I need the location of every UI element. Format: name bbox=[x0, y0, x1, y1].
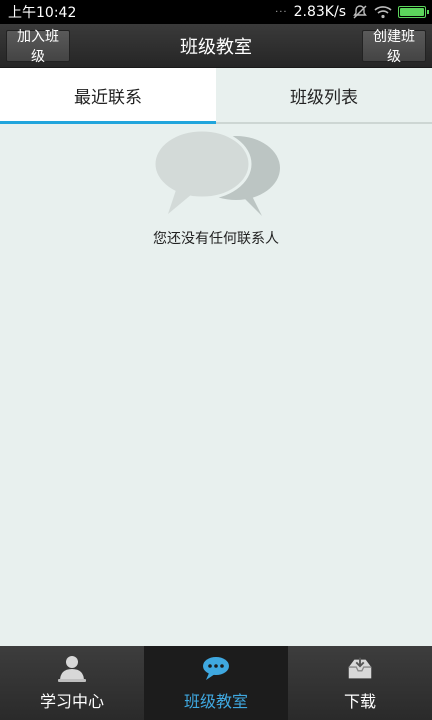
nav-learning-center[interactable]: 学习中心 bbox=[0, 646, 144, 720]
join-class-button[interactable]: 加入班级 bbox=[6, 29, 70, 65]
status-indicators: ··· 2.83K/s bbox=[275, 4, 429, 20]
nav-download[interactable]: 下载 bbox=[288, 646, 432, 720]
empty-state-message: 您还没有任何联系人 bbox=[153, 231, 279, 247]
status-time: 上午10:42 bbox=[8, 5, 77, 21]
battery-level bbox=[400, 8, 424, 16]
tab-class-list[interactable]: 班级列表 bbox=[216, 68, 432, 122]
page-title: 班级教室 bbox=[180, 36, 252, 58]
chat-icon bbox=[201, 654, 231, 682]
nav-label: 下载 bbox=[343, 692, 376, 711]
person-icon bbox=[57, 654, 87, 682]
title-bar: 加入班级 班级教室 创建班级 bbox=[0, 24, 432, 68]
status-bar: 上午10:42 ··· 2.83K/s bbox=[0, 0, 432, 24]
network-speed: 2.83K/s bbox=[293, 4, 346, 20]
nav-label: 班级教室 bbox=[183, 692, 248, 711]
wifi-icon bbox=[374, 5, 392, 19]
contacts-panel: 您还没有任何联系人 bbox=[0, 124, 432, 646]
chat-bubbles-icon bbox=[152, 130, 280, 216]
battery-icon bbox=[398, 6, 429, 18]
bottom-navigation: 学习中心 班级教室 下载 bbox=[0, 646, 432, 720]
status-dots: ··· bbox=[275, 6, 288, 18]
download-tray-icon bbox=[345, 654, 375, 682]
mute-icon bbox=[352, 4, 368, 20]
create-class-button[interactable]: 创建班级 bbox=[362, 29, 426, 65]
nav-classroom[interactable]: 班级教室 bbox=[144, 646, 288, 720]
tab-recent-contacts[interactable]: 最近联系 bbox=[0, 68, 216, 124]
nav-label: 学习中心 bbox=[39, 692, 104, 711]
tab-bar: 最近联系 班级列表 bbox=[0, 68, 432, 124]
